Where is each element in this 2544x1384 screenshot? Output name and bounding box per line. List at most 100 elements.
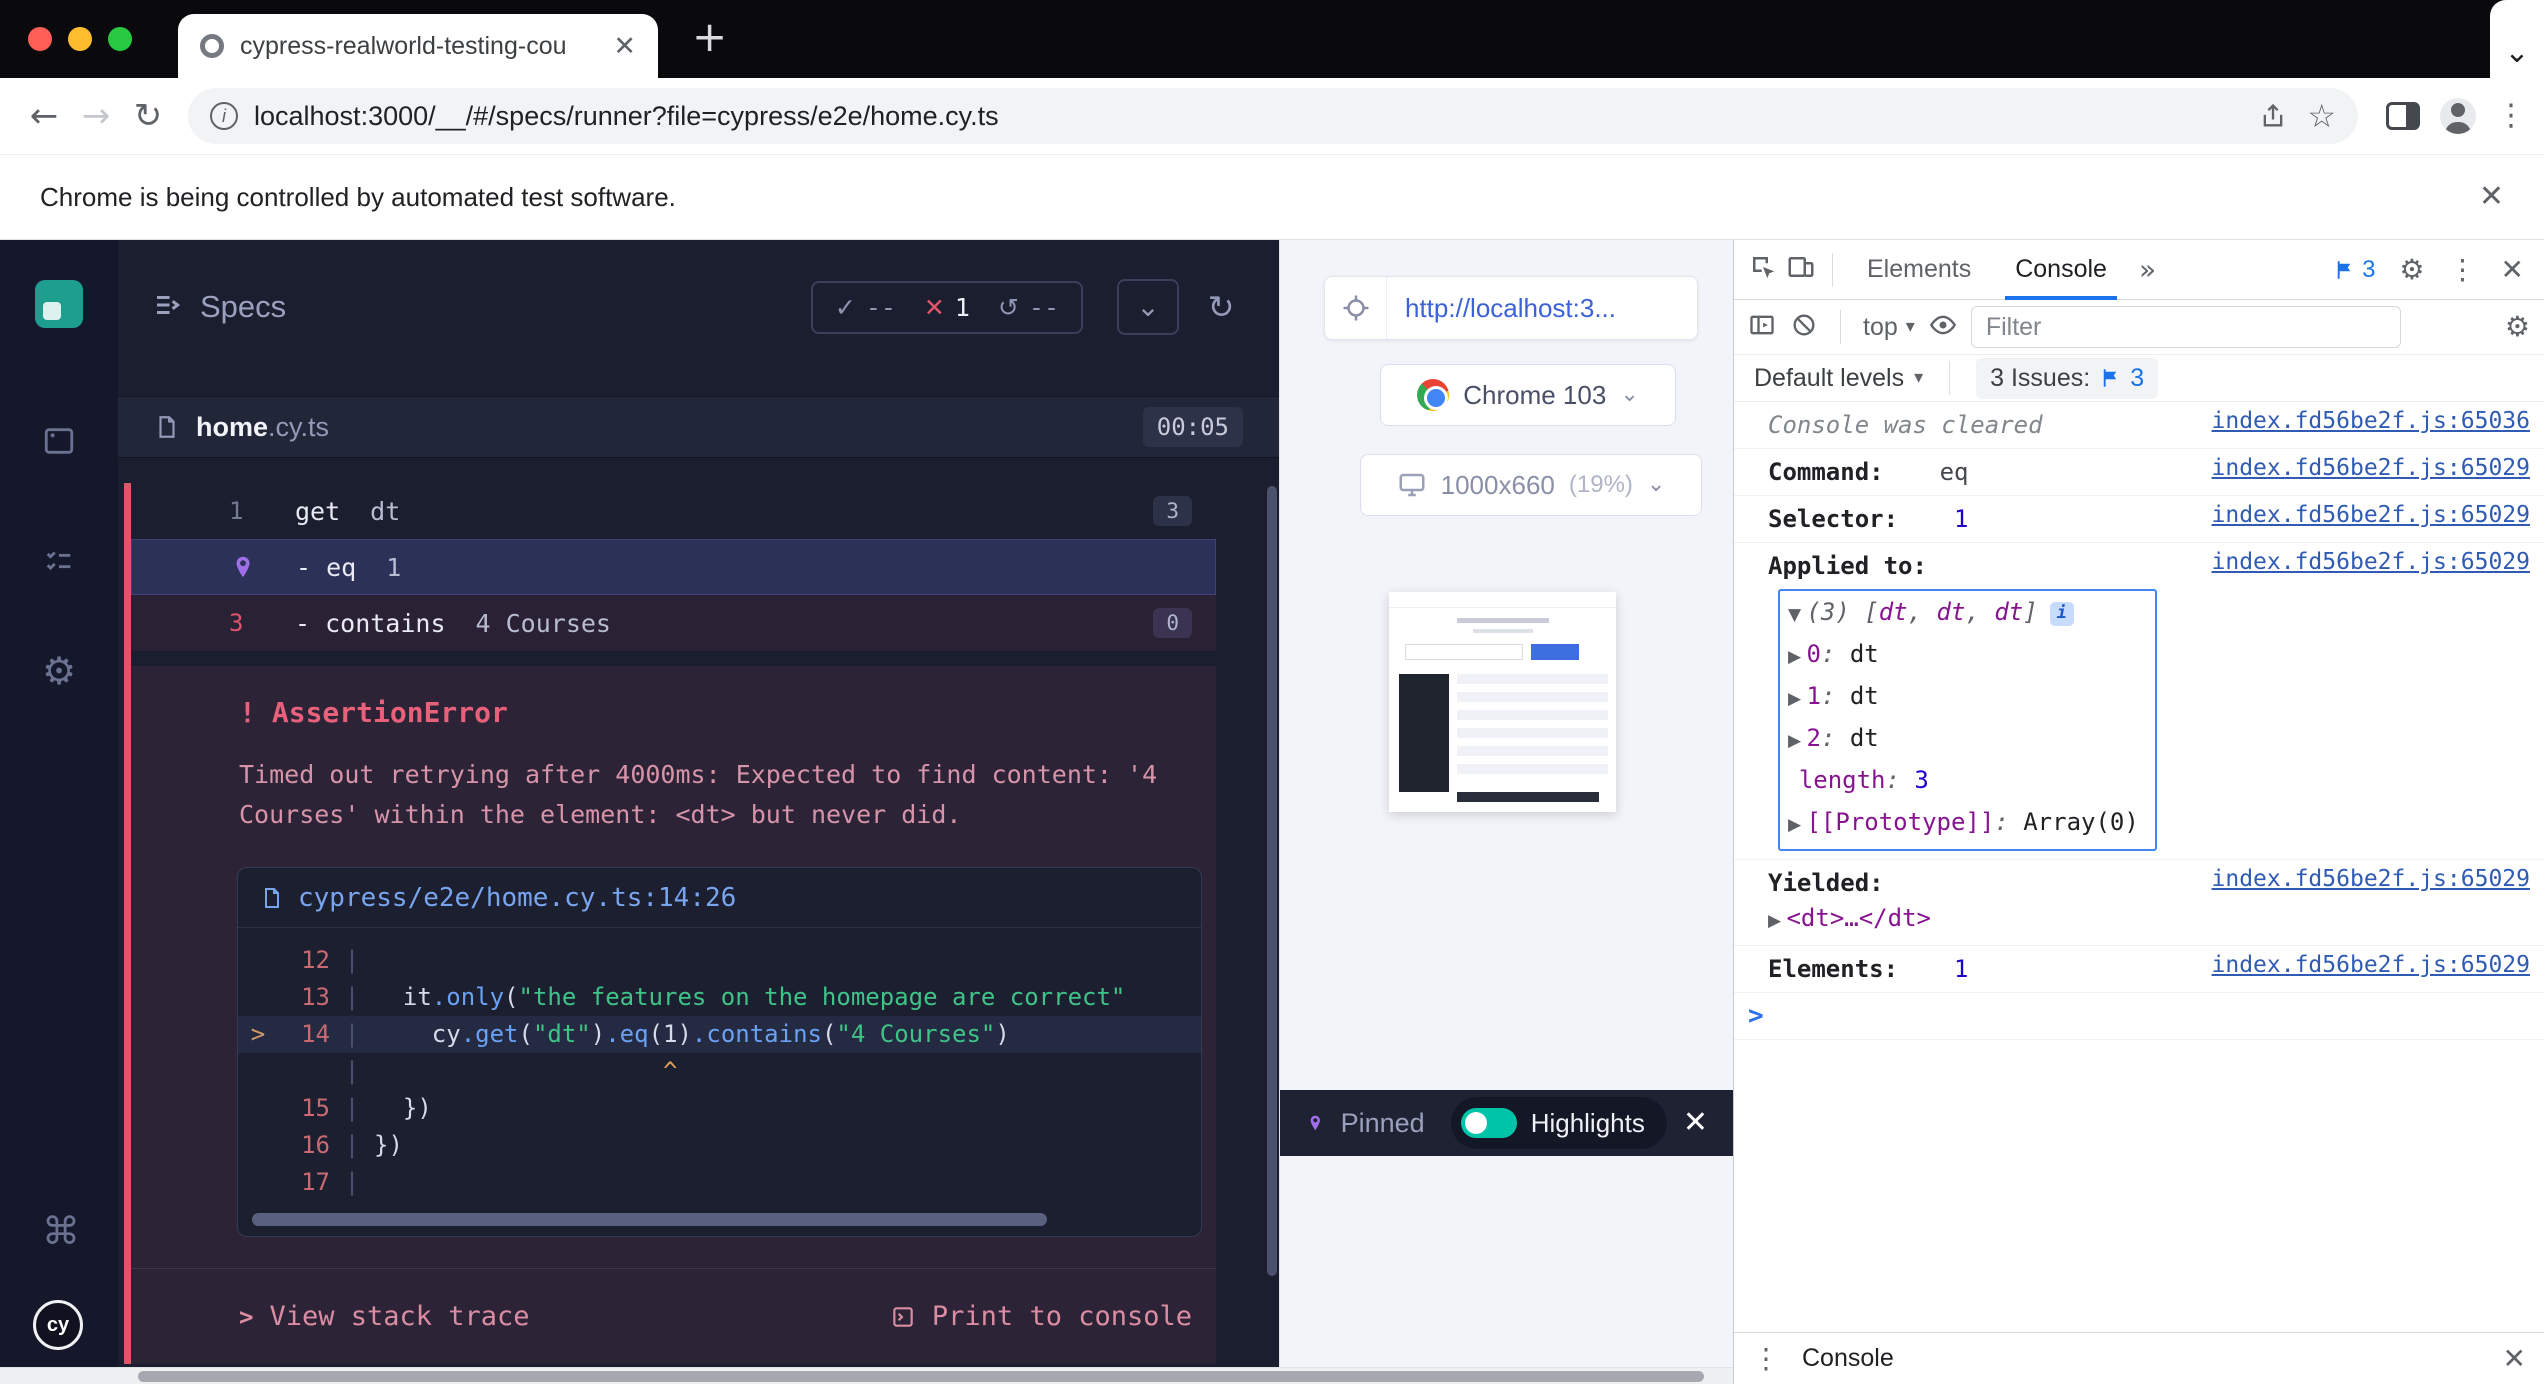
cypress-version-badge[interactable]: cy (33, 1300, 83, 1350)
pinned-label: Pinned (1340, 1107, 1425, 1138)
browser-selector[interactable]: Chrome 103 ⌄ (1380, 364, 1676, 426)
specs-nav-icon[interactable] (42, 424, 76, 463)
side-panel-icon[interactable] (2386, 102, 2420, 130)
browser-caret-icon: ⌄ (1620, 382, 1639, 407)
command-list: 1 get dt 3- eq 1 3- contains 4 Courses 0 (131, 483, 1279, 651)
context-selector[interactable]: top ▾ (1863, 313, 1915, 342)
spec-file-row[interactable]: home.cy.ts 00:05 (118, 396, 1279, 458)
console-sidebar-icon[interactable] (1748, 311, 1776, 344)
pending-icon: ↺ (997, 292, 1019, 322)
view-stack-trace-button[interactable]: > View stack trace (239, 1301, 530, 1332)
browser-menu-icon[interactable]: ⋮ (2496, 101, 2526, 131)
site-info-icon[interactable]: i (210, 102, 238, 130)
code-frame-header[interactable]: cypress/e2e/home.cy.ts:14:26 (238, 868, 1201, 928)
new-tab-button[interactable]: + (692, 16, 727, 58)
command-row[interactable]: 3- contains 4 Courses 0 (131, 595, 1216, 651)
specs-title: Specs (200, 289, 287, 324)
filter-input[interactable] (1970, 306, 2401, 348)
drawer-close-icon[interactable]: ✕ (2503, 1344, 2526, 1373)
console-settings-icon[interactable]: ⚙ (2505, 313, 2530, 341)
code-scrollbar-thumb[interactable] (252, 1213, 1047, 1226)
viewport-icon (1399, 473, 1425, 497)
drawer-menu-icon[interactable]: ⋮ (1752, 1344, 1780, 1373)
highlights-switch[interactable] (1460, 1108, 1517, 1138)
pin-icon (1310, 1115, 1320, 1131)
source-link[interactable]: index.fd56be2f.js:65036 (2212, 408, 2531, 434)
page-horizontal-scrollbar[interactable] (0, 1367, 1733, 1384)
address-bar[interactable]: i localhost:3000/__/#/specs/runner?file=… (188, 88, 2358, 144)
more-tabs-icon[interactable]: » (2133, 255, 2162, 284)
settings-nav-icon[interactable]: ⚙ (42, 652, 76, 690)
print-to-console-button[interactable]: Print to console (890, 1301, 1192, 1332)
source-link[interactable]: index.fd56be2f.js:65029 (2212, 952, 2531, 978)
tab-search-button[interactable]: ⌄ (2490, 0, 2544, 78)
reload-button[interactable]: ↻ (122, 99, 174, 133)
tab-console[interactable]: Console (1997, 240, 2125, 300)
scrollbar-thumb[interactable] (138, 1371, 1704, 1382)
spec-extension: .cy.ts (268, 411, 330, 442)
reporter-header: Specs ✓ -- ✕ 1 ↺ -- ⌄ ↻ (118, 268, 1279, 346)
spec-file-icon (159, 416, 175, 438)
devtools-settings-icon[interactable]: ⚙ (2399, 255, 2424, 284)
command-row[interactable]: 1 get dt 3 (131, 483, 1216, 539)
share-icon[interactable] (2259, 102, 2287, 130)
reporter-scrollbar[interactable] (1267, 486, 1277, 1276)
drawer-tab-console[interactable]: Console (1802, 1344, 1894, 1373)
browser-tab[interactable]: cypress-realworld-testing-cou ✕ (178, 14, 658, 78)
viewport-zoom: (19%) (1568, 471, 1633, 498)
code-frame-body: 12 | 13 | it.only("the features on the home… (238, 928, 1201, 1203)
console-row: Applied to: ▼ (3) [dt, dt, dt] i ▶ 0: dt ▶ 1… (1734, 543, 2544, 860)
infobar-close-icon[interactable]: ✕ (2479, 182, 2504, 212)
back-button[interactable]: ← (18, 99, 70, 133)
test-stats: ✓ -- ✕ 1 ↺ -- (810, 280, 1083, 334)
close-window-button[interactable] (28, 27, 52, 51)
minimize-window-button[interactable] (68, 27, 92, 51)
selector-playground-icon[interactable] (1325, 277, 1387, 339)
runs-nav-icon[interactable] (42, 544, 76, 583)
tab-elements[interactable]: Elements (1849, 240, 1989, 300)
aut-url-text[interactable]: http://localhost:3... (1387, 293, 1616, 324)
devtools-drawer-bar: ⋮ Console ✕ (1734, 1332, 2544, 1384)
bookmark-star-icon[interactable]: ☆ (2307, 100, 2336, 132)
console-messages: Console was cleared index.fd56be2f.js:650… (1734, 402, 2544, 1332)
collapse-reporter-button[interactable]: ⌄ (1117, 279, 1179, 335)
tab-close-icon[interactable]: ✕ (613, 33, 636, 60)
levels-dropdown[interactable]: Default levels ▾ (1754, 364, 1923, 393)
code-frame: cypress/e2e/home.cy.ts:14:26 12 | 13 | it.o… (237, 867, 1202, 1237)
source-link[interactable]: index.fd56be2f.js:65029 (2212, 549, 2531, 575)
devtools-close-icon[interactable]: ✕ (2501, 255, 2524, 284)
spec-name: home (196, 411, 269, 442)
viewport-caret-icon: ⌄ (1646, 472, 1666, 497)
live-expression-eye-icon[interactable] (1929, 311, 1957, 344)
snapshot-sidebar (1399, 674, 1449, 792)
highlights-label: Highlights (1530, 1107, 1645, 1138)
failed-test-indicator (124, 483, 131, 1364)
maximize-window-button[interactable] (108, 27, 132, 51)
profile-avatar[interactable] (2440, 98, 2476, 134)
specs-menu-icon[interactable] (152, 290, 182, 325)
console-errors-badge[interactable]: 3 (2334, 256, 2375, 284)
highlights-toggle[interactable]: Highlights (1450, 1097, 1667, 1149)
source-link[interactable]: index.fd56be2f.js:65029 (2212, 455, 2531, 481)
keyboard-shortcuts-icon[interactable]: ⌘ (42, 1212, 80, 1250)
cypress-logo (35, 280, 83, 328)
issues-counter[interactable]: 3 Issues: 3 (1976, 357, 2159, 399)
device-toolbar-icon[interactable] (1786, 252, 1816, 287)
rerun-tests-button[interactable]: ↻ (1197, 279, 1245, 335)
url-text[interactable]: localhost:3000/__/#/specs/runner?file=cy… (254, 101, 2243, 132)
console-row: Selector: 1 index.fd56be2f.js:65029 (1734, 496, 2544, 543)
error-bang: ! (239, 696, 256, 729)
inspect-element-icon[interactable] (1748, 252, 1778, 287)
clear-console-icon[interactable] (1790, 311, 1818, 344)
viewport-selector[interactable]: 1000x660 (19%) ⌄ (1360, 454, 1702, 516)
source-link[interactable]: index.fd56be2f.js:65029 (2212, 866, 2531, 892)
browser-toolbar: ← → ↻ i localhost:3000/__/#/specs/runner… (0, 78, 2544, 154)
source-link[interactable]: index.fd56be2f.js:65029 (2212, 502, 2531, 528)
command-row[interactable]: - eq 1 (131, 539, 1216, 595)
console-object-tree[interactable]: ▼ (3) [dt, dt, dt] i ▶ 0: dt ▶ 1: dt ▶ 2: dt… (1778, 589, 2157, 851)
code-frame-link[interactable]: cypress/e2e/home.cy.ts:14:26 (298, 883, 736, 913)
unpin-close-icon[interactable]: ✕ (1683, 1108, 1708, 1138)
aut-url-bar[interactable]: http://localhost:3... (1324, 276, 1698, 340)
devtools-menu-icon[interactable]: ⋮ (2449, 255, 2477, 284)
console-prompt[interactable]: > (1734, 993, 2544, 1040)
